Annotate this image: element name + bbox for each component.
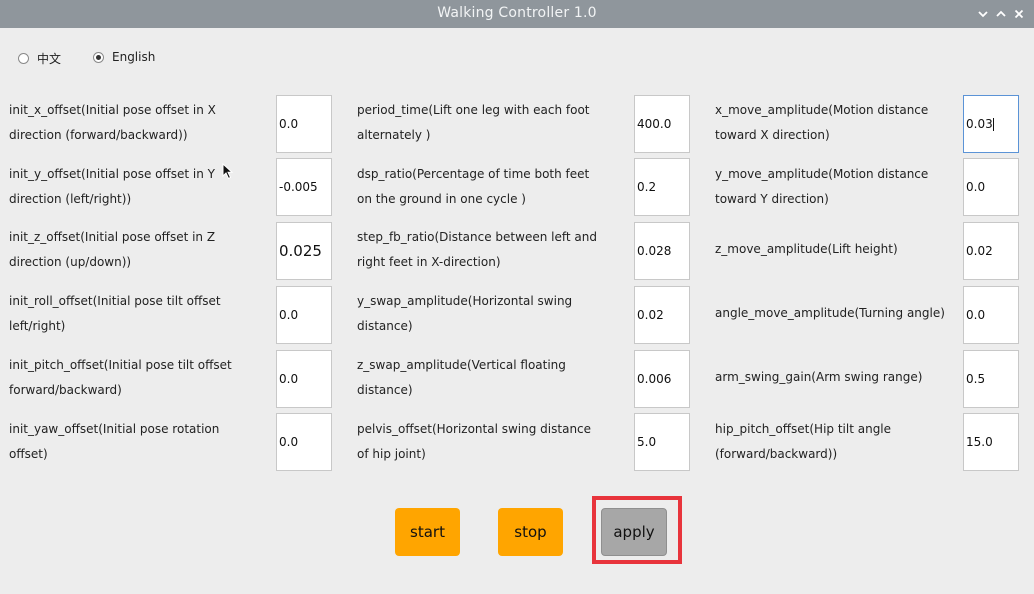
close-icon[interactable]	[1009, 4, 1029, 24]
param-label: angle_move_amplitude(Turning angle)	[715, 306, 945, 321]
param-input[interactable]: 0.0	[276, 95, 332, 153]
param-input[interactable]: -0.005	[276, 158, 332, 216]
stop-button[interactable]: stop	[498, 508, 563, 556]
start-button[interactable]: start	[395, 508, 460, 556]
param-label: dsp_ratio(Percentage of time both feet o…	[357, 166, 590, 207]
param-label: init_y_offset(Initial pose offset in Y d…	[9, 166, 215, 207]
param-input[interactable]: 15.0	[963, 413, 1019, 471]
param-input-value: 0.03	[966, 117, 993, 131]
param-label: arm_swing_gain(Arm swing range)	[715, 370, 923, 385]
param-input[interactable]: 0.5	[963, 350, 1019, 408]
param-label: init_z_offset(Initial pose offset in Z d…	[9, 229, 216, 270]
param-input[interactable]: 0.0	[963, 158, 1019, 216]
param-input[interactable]: 0.0	[276, 413, 332, 471]
chevron-up-icon[interactable]	[991, 4, 1011, 24]
title-bar: Walking Controller 1.0	[0, 0, 1034, 28]
param-input[interactable]: 0.0	[276, 350, 332, 408]
param-input[interactable]: 400.0	[634, 95, 690, 153]
param-label: init_yaw_offset(Initial pose rotation of…	[9, 421, 220, 462]
param-input[interactable]: 0.0	[276, 286, 332, 344]
param-label: y_swap_amplitude(Horizontal swing distan…	[357, 293, 573, 334]
param-label: period_time(Lift one leg with each foot …	[357, 102, 590, 143]
param-label: init_x_offset(Initial pose offset in X d…	[9, 102, 216, 143]
apply-highlight-box	[592, 496, 682, 564]
param-input[interactable]: 0.02	[963, 222, 1019, 280]
language-option-english[interactable]: English	[93, 50, 155, 64]
param-label: init_pitch_offset(Initial pose tilt offs…	[9, 357, 232, 398]
param-label: z_swap_amplitude(Vertical floating dista…	[357, 357, 566, 398]
mouse-pointer-icon	[222, 162, 234, 181]
language-label-english: English	[112, 50, 156, 64]
window-title: Walking Controller 1.0	[437, 5, 597, 21]
chevron-down-icon[interactable]	[973, 4, 993, 24]
language-option-chinese[interactable]: 中文	[18, 50, 61, 67]
param-label: y_move_amplitude(Motion distance toward …	[715, 166, 929, 207]
param-input[interactable]: 5.0	[634, 413, 690, 471]
param-label: x_move_amplitude(Motion distance toward …	[715, 102, 929, 143]
param-input[interactable]: 0.0	[963, 286, 1019, 344]
param-label: step_fb_ratio(Distance between left and …	[357, 229, 597, 270]
param-input-focused[interactable]: 0.03	[963, 95, 1019, 153]
param-input[interactable]: 0.2	[634, 158, 690, 216]
text-caret	[992, 117, 994, 131]
language-label-chinese: 中文	[37, 52, 62, 66]
radio-chinese[interactable]	[18, 53, 29, 64]
param-label: init_roll_offset(Initial pose tilt offse…	[9, 293, 221, 334]
param-input[interactable]: 0.028	[634, 222, 690, 280]
param-input[interactable]: 0.006	[634, 350, 690, 408]
param-input[interactable]: 0.025	[276, 222, 332, 280]
param-label: pelvis_offset(Horizontal swing distance …	[357, 421, 592, 462]
param-input[interactable]: 0.02	[634, 286, 690, 344]
radio-english[interactable]	[93, 51, 104, 63]
param-label: hip_pitch_offset(Hip tilt angle (forward…	[715, 421, 892, 462]
param-label: z_move_amplitude(Lift height)	[715, 242, 898, 257]
